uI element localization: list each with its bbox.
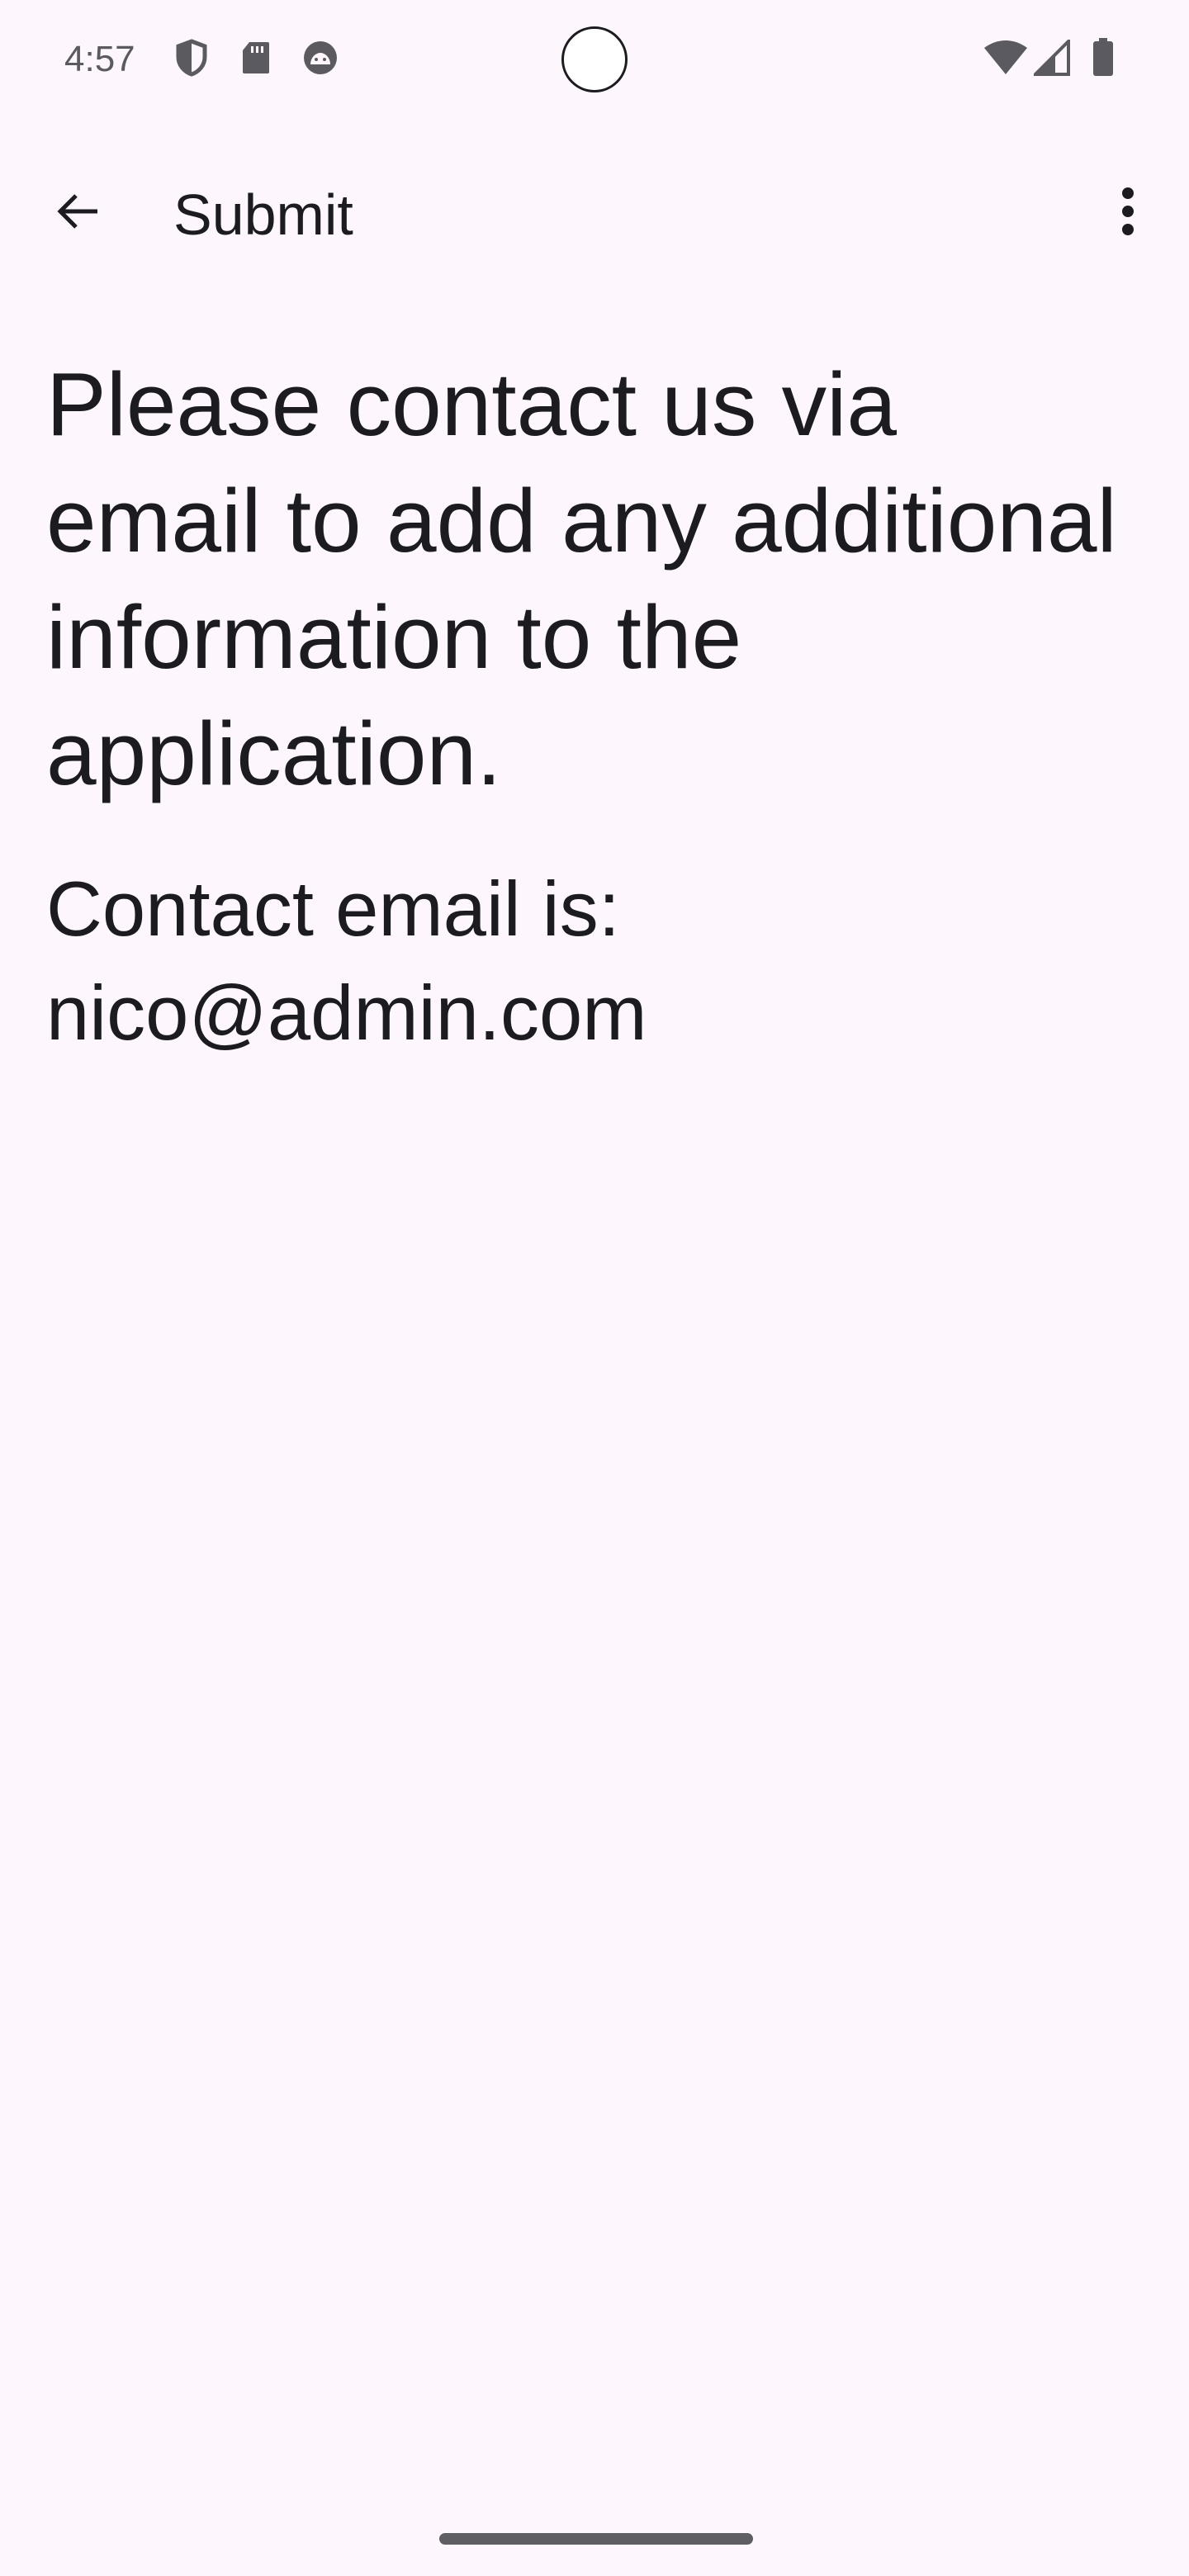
contact-info: Contact email is: nico@admin.com	[46, 857, 1136, 1065]
android-debug-icon	[301, 38, 340, 78]
battery-icon	[1083, 38, 1123, 78]
info-message: Please contact us via email to add any a…	[46, 354, 1117, 804]
arrow-back-icon	[53, 187, 102, 240]
shield-icon	[172, 38, 211, 78]
contact-email: nico@admin.com	[46, 969, 647, 1056]
sd-card-icon	[236, 38, 276, 78]
status-bar: 4:57	[0, 0, 1189, 124]
main-content: Please contact us via email to add any a…	[46, 347, 1136, 1065]
page-title: Submit	[173, 182, 353, 247]
more-options-button[interactable]	[1088, 173, 1168, 253]
gesture-navigation-bar[interactable]	[439, 2533, 753, 2545]
cellular-signal-icon	[1032, 38, 1072, 78]
status-time: 4:57	[64, 39, 135, 79]
more-vert-icon	[1120, 185, 1136, 242]
top-app-bar: Submit	[0, 140, 1189, 281]
contact-label: Contact email is:	[46, 865, 620, 952]
wifi-icon	[983, 38, 1029, 78]
camera-cutout	[561, 26, 628, 92]
back-button[interactable]	[38, 173, 117, 253]
